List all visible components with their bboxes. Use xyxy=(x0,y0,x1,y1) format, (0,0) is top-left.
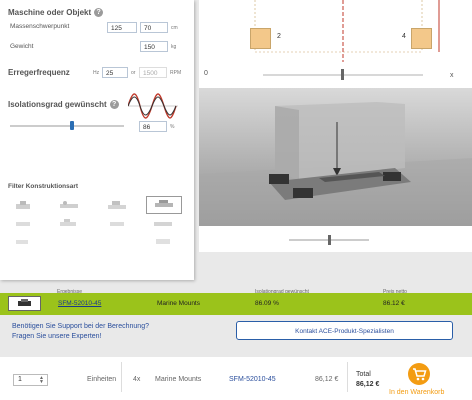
construction-type-thumbnail[interactable] xyxy=(52,198,86,214)
construction-type-thumbnail[interactable] xyxy=(6,234,40,250)
cart-unit-price: 86,12 € xyxy=(315,376,339,383)
weight-unit: kg xyxy=(171,44,177,50)
iso-slider-track[interactable] xyxy=(10,125,124,127)
configuration-panel: Maschine oder Objekt? Massenschwerpunkt … xyxy=(0,0,194,280)
axis-origin-label: 0 xyxy=(204,70,208,77)
viewer-panel: 2 4 0 x xyxy=(199,0,472,252)
rpm-label: RPM xyxy=(170,70,182,76)
result-product-link[interactable]: SFM-52010-45 xyxy=(58,300,101,307)
sine-wave-icon xyxy=(128,93,178,119)
result-iso-value: 86.09 % xyxy=(255,300,279,307)
mount-right-label: 4 xyxy=(402,33,406,40)
units-label: Einheiten xyxy=(87,376,117,383)
divider xyxy=(121,362,122,392)
total-value: 86,12 € xyxy=(356,381,380,388)
mount-marker-right[interactable] xyxy=(411,28,432,49)
add-to-cart-button[interactable] xyxy=(408,363,430,385)
mount-marker-left[interactable] xyxy=(250,28,271,49)
mount-left-label: 2 xyxy=(277,33,281,40)
construction-type-thumbnail-selected[interactable] xyxy=(146,196,182,214)
result-price: 86.12 € xyxy=(383,300,405,307)
quantity-select[interactable]: 1 ▲ ▼ xyxy=(13,374,48,386)
support-line-2: Fragen Sie unsere Experten! xyxy=(12,333,102,340)
shopping-cart-icon xyxy=(413,368,427,381)
hz-label: Hz xyxy=(93,70,100,76)
total-label: Total xyxy=(356,371,371,378)
support-text: Benötigen Sie Support bei der Berechnung… xyxy=(12,322,149,342)
help-icon[interactable]: ? xyxy=(94,8,104,18)
multiplier: 4x xyxy=(133,376,141,383)
construction-type-thumbnail[interactable] xyxy=(6,198,40,214)
section-iso-title: Isolationsgrad gewünscht? xyxy=(8,100,119,110)
3d-view xyxy=(199,88,472,226)
construction-type-thumbnail[interactable] xyxy=(100,198,134,214)
contact-specialist-button[interactable]: Kontakt ACE-Produkt-Spezialisten xyxy=(236,321,453,340)
support-line-1: Benötigen Sie Support bei der Berechnung… xyxy=(12,323,149,330)
cog-unit: cm xyxy=(171,25,178,31)
construction-type-thumbnail[interactable] xyxy=(146,234,180,250)
viewer-rotation-thumb[interactable] xyxy=(328,235,331,245)
or-label: or xyxy=(131,70,136,76)
help-icon[interactable]: ? xyxy=(109,100,119,110)
iso-input[interactable]: 86 xyxy=(139,121,167,132)
weight-label: Gewicht xyxy=(10,43,34,50)
stepper-arrows-icon[interactable]: ▲ ▼ xyxy=(39,376,44,385)
construction-type-thumbnail[interactable] xyxy=(52,216,86,232)
hz-input[interactable]: 25 xyxy=(102,67,128,78)
section-object-title: Maschine oder Objekt? xyxy=(8,8,104,18)
cog-label: Massenschwerpunkt xyxy=(10,23,70,30)
iso-slider-thumb[interactable] xyxy=(69,121,74,130)
construction-type-thumbnail[interactable] xyxy=(6,216,40,232)
add-to-cart-label[interactable]: In den Warenkorb xyxy=(389,389,444,396)
construction-type-thumbnail[interactable] xyxy=(100,216,134,232)
product-thumbnail[interactable] xyxy=(8,296,41,311)
cog-y-input[interactable]: 70 xyxy=(140,22,168,33)
weight-input[interactable]: 150 xyxy=(140,41,168,52)
construction-type-thumbnail[interactable] xyxy=(146,216,180,232)
section-freq-title: Erregerfrequenz xyxy=(8,68,70,77)
rpm-input[interactable]: 1500 xyxy=(139,67,167,78)
filter-title: Filter Konstruktionsart xyxy=(8,183,79,190)
iso-unit: % xyxy=(170,124,175,130)
cart-product-type: Marine Mounts xyxy=(155,376,202,383)
divider xyxy=(347,362,348,392)
axis-x-label: x xyxy=(450,72,454,79)
cog-x-input[interactable]: 125 xyxy=(107,22,137,33)
cart-product-link[interactable]: SFM-52010-45 xyxy=(229,376,276,383)
result-product-type: Marine Mounts xyxy=(157,300,200,307)
quantity-value: 1 xyxy=(18,376,22,383)
